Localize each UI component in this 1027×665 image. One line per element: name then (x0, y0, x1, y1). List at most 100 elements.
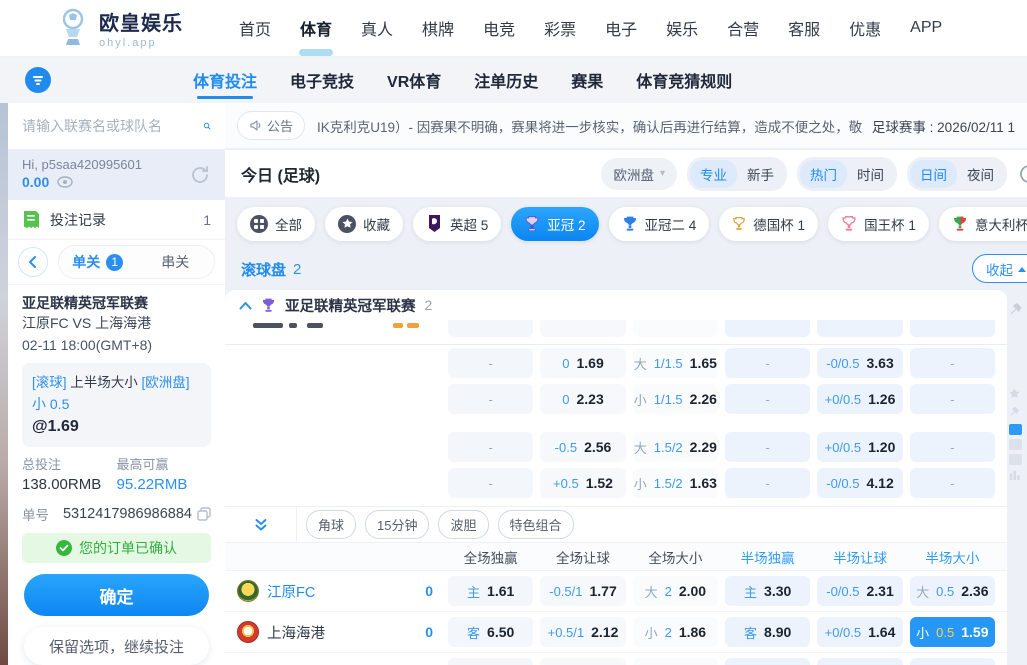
toggle-novice[interactable]: 新手 (737, 160, 784, 188)
refresh-icon[interactable] (1017, 162, 1027, 186)
odds-cell[interactable]: 大22.00 (633, 576, 718, 606)
odds-cell[interactable]: +0/0.51.26 (817, 384, 902, 414)
extra-tab-corners[interactable]: 角球 (306, 510, 356, 539)
extra-tab-specials[interactable]: 特色组合 (498, 510, 574, 539)
toggle-hot[interactable]: 热门 (800, 160, 847, 188)
expand-markets-button[interactable] (225, 507, 297, 542)
extra-tab-15min[interactable]: 15分钟 (365, 510, 429, 539)
match-row-home: 江原FC 0 主1.61 -0.5/11.77 大22.00 主3.30 -0/… (225, 570, 1007, 611)
odds-cell[interactable]: 02.23 (540, 384, 625, 414)
brand-name: 欧皇娱乐 (99, 7, 183, 36)
top-nav-item-lottery[interactable]: 彩票 (544, 16, 576, 40)
odds-cell[interactable]: 客6.50 (448, 617, 533, 647)
shanghai-port-logo (237, 621, 259, 643)
top-nav-item-slots[interactable]: 电子 (605, 16, 637, 40)
filter-icon[interactable] (25, 67, 51, 93)
keep-selections-button[interactable]: 保留选项，继续投注 (24, 627, 209, 665)
sub-nav-rules[interactable]: 体育竞猜规则 (636, 68, 732, 92)
odds-cell[interactable]: +0/0.51.64 (817, 617, 902, 647)
odds-type-select[interactable]: 欧洲盘 ▾ (601, 158, 677, 190)
search-icon[interactable] (203, 117, 211, 135)
top-nav-item-app[interactable]: APP (910, 19, 942, 37)
odds-cell[interactable]: 小21.86 (633, 617, 718, 647)
league-filter-tabs: 全部 收藏 英超 5 (225, 200, 1027, 247)
league-tab-afc-two[interactable]: 亚冠二 4 (609, 207, 710, 241)
top-nav-item-promos[interactable]: 优惠 (849, 16, 881, 40)
sub-nav-sports-betting[interactable]: 体育投注 (193, 68, 257, 92)
top-nav-item-live-casino[interactable]: 真人 (361, 16, 393, 40)
odds-cell[interactable]: -0.52.56 (540, 432, 625, 462)
home-team-name[interactable]: 江原FC (267, 581, 417, 602)
odds-cell[interactable]: 大1.5/22.29 (633, 432, 718, 462)
odds-cell[interactable]: +0.51.52 (540, 468, 625, 498)
brand-logo[interactable]: 欧皇娱乐 ohyl.app (56, 7, 183, 49)
sub-nav-vr-sports[interactable]: VR体育 (387, 68, 441, 92)
chevron-up-icon[interactable] (239, 301, 252, 310)
odds-cell[interactable]: 大0.52.36 (910, 576, 995, 606)
odds-cell[interactable]: -0/0.53.63 (817, 348, 902, 378)
top-nav: 首页 体育 真人 棋牌 电竞 彩票 电子 娱乐 合营 客服 优惠 APP (239, 16, 942, 40)
top-nav-item-home[interactable]: 首页 (239, 16, 271, 40)
odds-cell[interactable]: +0/0.51.20 (817, 432, 902, 462)
max-win-label: 最高可赢 (117, 456, 212, 474)
toggle-time[interactable]: 时间 (847, 160, 894, 188)
gangwon-fc-logo (237, 580, 259, 602)
background-strip (0, 103, 8, 665)
clipped-match-row (225, 320, 1007, 345)
pin-icon[interactable] (1009, 302, 1023, 316)
odds-cell[interactable]: -0.5/11.77 (540, 576, 625, 606)
page-title: 今日 (足球) (241, 162, 601, 186)
odds-cell[interactable]: -0/0.54.12 (817, 468, 902, 498)
sub-nav-bet-history[interactable]: 注单历史 (474, 68, 538, 92)
sub-nav-results[interactable]: 赛果 (571, 68, 603, 92)
confirm-button[interactable]: 确定 (24, 574, 209, 616)
league-tab-all[interactable]: 全部 (237, 207, 315, 241)
top-nav-item-esports[interactable]: 电竞 (483, 16, 515, 40)
back-button[interactable] (18, 247, 48, 277)
tab-parlay-bet[interactable]: 串关 (137, 252, 215, 272)
odds-cell[interactable]: 主3.30 (725, 576, 810, 606)
top-nav-item-support[interactable]: 客服 (788, 16, 820, 40)
toggle-night[interactable]: 夜间 (957, 160, 1004, 188)
odds-cell-selected[interactable]: 小0.51.59 (910, 617, 995, 647)
toggle-pro[interactable]: 专业 (690, 160, 737, 188)
league-tab-italy-cup[interactable]: 意大利杯 1 (939, 207, 1027, 241)
extra-tab-correct-score[interactable]: 波胆 (438, 510, 488, 539)
league-tab-german-cup[interactable]: 德国杯 1 (719, 207, 818, 241)
league-tab-kings-cup[interactable]: 国王杯 1 (828, 207, 929, 241)
away-team-name[interactable]: 上海海港 (267, 622, 417, 643)
pin-small-icon[interactable] (1009, 406, 1020, 417)
odds-cell[interactable]: +0.5/12.12 (540, 617, 625, 647)
league-panel-header[interactable]: 亚足联精英冠军联赛 2 (225, 290, 1007, 320)
top-nav-item-affiliate[interactable]: 合营 (727, 16, 759, 40)
league-tab-epl[interactable]: 英超 5 (413, 207, 501, 241)
copy-icon[interactable] (197, 507, 211, 521)
star-small-icon[interactable] (1009, 388, 1020, 399)
tab-single-bet[interactable]: 单关 1 (59, 252, 137, 272)
collapse-button[interactable]: 收起 (972, 254, 1027, 283)
away-team-score: 0 (425, 624, 433, 640)
league-tab-afc-champions[interactable]: 亚冠 2 (511, 207, 598, 241)
bet-records-row[interactable]: 投注记录 1 (8, 200, 225, 240)
eye-icon[interactable] (57, 176, 73, 188)
odds-cell[interactable]: 大1/1.51.65 (633, 348, 718, 378)
search-input[interactable] (22, 118, 203, 134)
refresh-balance-icon[interactable] (189, 164, 211, 186)
toggle-day[interactable]: 日间 (910, 160, 957, 188)
top-nav-item-entertainment[interactable]: 娱乐 (666, 16, 698, 40)
bet-slip-tabs: 单关 1 串关 (8, 240, 225, 285)
odds-cell[interactable]: 01.69 (540, 348, 625, 378)
odds-cell[interactable]: 客8.90 (725, 617, 810, 647)
league-tab-favorites[interactable]: 收藏 (325, 207, 403, 241)
order-no-value: 5312417986986884 (63, 506, 192, 522)
top-nav-item-sports[interactable]: 体育 (300, 16, 332, 40)
odds-cell[interactable]: -0/0.52.31 (817, 576, 902, 606)
sub-nav-esports[interactable]: 电子竞技 (290, 68, 354, 92)
top-nav-item-cards[interactable]: 棋牌 (422, 16, 454, 40)
odds-cell[interactable]: 小1/1.52.26 (633, 384, 718, 414)
odds-cell[interactable]: 主1.61 (448, 576, 533, 606)
stats-bars-icon[interactable] (1009, 469, 1020, 480)
order-confirmed-banner: 您的订单已确认 (22, 533, 211, 563)
odds-cell[interactable]: 小1.5/21.63 (633, 468, 718, 498)
announcement-badge[interactable]: 公告 (237, 111, 305, 140)
